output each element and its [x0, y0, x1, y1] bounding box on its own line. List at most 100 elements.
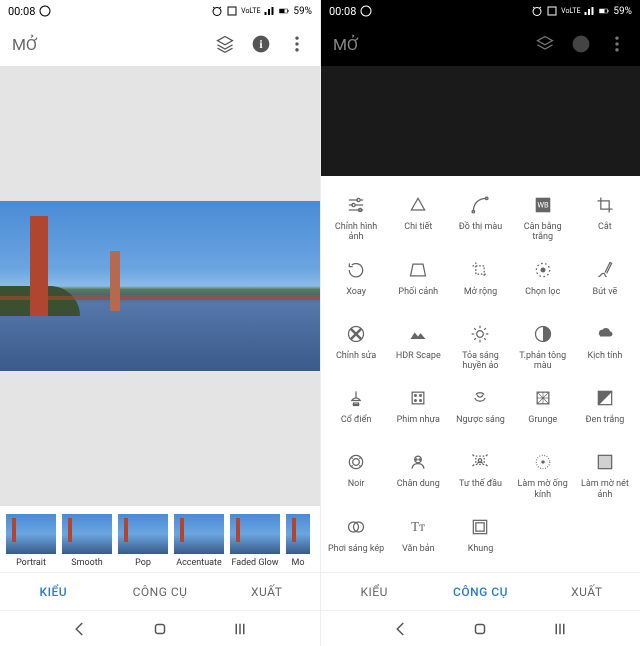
text-icon: Tᴛ: [407, 516, 429, 538]
tool-label: Cắt: [598, 222, 612, 242]
tool-vignette[interactable]: Làm mờ nét ảnh: [574, 445, 636, 510]
filter-thumb: [118, 514, 168, 554]
filter-strip[interactable]: Portrait Smooth Pop Accentuate Faded GlowMo: [0, 506, 320, 572]
frame-icon: [469, 516, 491, 538]
tool-frame[interactable]: Khung: [449, 510, 511, 572]
tool-portrait[interactable]: Chân dung: [387, 445, 449, 510]
tool-drama[interactable]: Kịch tính: [574, 317, 636, 382]
tool-lensblur[interactable]: Làm mờ ống kính: [512, 445, 574, 510]
rotate-icon: [345, 259, 367, 281]
tool-label: Cổ điển: [341, 415, 372, 435]
top-bar: MỞ: [321, 22, 640, 66]
hdr-icon: [407, 323, 429, 345]
tool-glow[interactable]: Tỏa sáng huyền ảo: [449, 317, 511, 382]
filter-label: Pop: [118, 558, 168, 568]
tool-grunge[interactable]: Grunge: [512, 381, 574, 445]
more-icon[interactable]: [286, 33, 308, 55]
battery-icon: [598, 5, 610, 17]
filter-portrait[interactable]: Portrait: [6, 514, 56, 568]
filter-thumb: [174, 514, 224, 554]
open-button[interactable]: MỞ: [12, 35, 214, 54]
home-button[interactable]: [470, 619, 490, 639]
tool-heal[interactable]: Chỉnh sửa: [325, 317, 387, 382]
recent-button[interactable]: [230, 619, 250, 639]
open-button[interactable]: MỞ: [333, 35, 534, 54]
sliders-icon: [345, 194, 367, 216]
signal-label: VoLTE: [561, 7, 580, 15]
filter-label: Accentuate: [174, 558, 224, 568]
filter-pop[interactable]: Pop: [118, 514, 168, 568]
tool-expand[interactable]: Mở rộng: [449, 253, 511, 317]
tool-bw[interactable]: Đen trắng: [574, 381, 636, 445]
curve-icon: [469, 194, 491, 216]
tab-congcu[interactable]: CÔNG CỤ: [427, 585, 533, 599]
tool-label: Phối cảnh: [398, 287, 438, 307]
filter-label: Portrait: [6, 558, 56, 568]
tool-label: Grunge: [528, 415, 557, 435]
layers-icon[interactable]: [534, 33, 556, 55]
lensblur-icon: [532, 451, 554, 473]
filter-accentuate[interactable]: Accentuate: [174, 514, 224, 568]
top-bar: MỞ i: [0, 22, 320, 66]
canvas-area[interactable]: [0, 66, 320, 506]
signal-icon: [583, 5, 595, 17]
tool-headpose[interactable]: Tư thế đầu: [449, 445, 511, 510]
tool-crop[interactable]: Cắt: [574, 188, 636, 253]
tool-film[interactable]: Phim nhựa: [387, 381, 449, 445]
tool-rotate[interactable]: Xoay: [325, 253, 387, 317]
battery-icon: [278, 5, 290, 17]
filter-smooth[interactable]: Smooth: [62, 514, 112, 568]
tool-retrolux[interactable]: Ngược sáng: [449, 381, 511, 445]
expand-icon: [469, 259, 491, 281]
drama-icon: [594, 323, 616, 345]
tab-xuat[interactable]: XUẤT: [213, 585, 320, 599]
status-time: 00:08: [8, 5, 35, 18]
tool-double[interactable]: Phơi sáng kép: [325, 510, 387, 572]
select-icon: [532, 259, 554, 281]
tool-label: T.phản tông màu: [514, 351, 572, 372]
tool-select[interactable]: Chọn lọc: [512, 253, 574, 317]
battery-pct: 59%: [293, 6, 312, 17]
tool-wb[interactable]: WBCân bằng trắng: [512, 188, 574, 253]
back-button[interactable]: [391, 619, 411, 639]
noir-icon: [345, 451, 367, 473]
tool-curve[interactable]: Đồ thị màu: [449, 188, 511, 253]
screen-right: 00:08 VoLTE 59% MỞ Chỉnh hình ảnhChi tiế…: [320, 0, 640, 646]
bottom-tabs: KIỂU CÔNG CỤ XUẤT: [321, 572, 640, 610]
tab-xuat[interactable]: XUẤT: [534, 585, 640, 599]
back-button[interactable]: [70, 619, 90, 639]
info-icon[interactable]: i: [250, 33, 272, 55]
tool-label: Chân dung: [397, 479, 440, 499]
portrait-icon: [407, 451, 429, 473]
tab-kieu[interactable]: KIỂU: [321, 585, 427, 599]
tool-hdr[interactable]: HDR Scape: [387, 317, 449, 382]
android-navbar: [321, 610, 640, 646]
tool-vintage[interactable]: Cổ điển: [325, 381, 387, 445]
info-icon[interactable]: [570, 33, 592, 55]
grunge-icon: [532, 387, 554, 409]
layers-icon[interactable]: [214, 33, 236, 55]
messenger-icon: [39, 5, 51, 17]
filter-mo[interactable]: Mo: [286, 514, 310, 568]
tool-noir[interactable]: Noir: [325, 445, 387, 510]
tab-kieu[interactable]: KIỂU: [0, 585, 107, 599]
tool-text[interactable]: Tᴛ Văn bản: [387, 510, 449, 572]
tool-tonal[interactable]: T.phản tông màu: [512, 317, 574, 382]
tool-brush[interactable]: Bút vẽ: [574, 253, 636, 317]
tool-chi-tiet[interactable]: Chi tiết: [387, 188, 449, 253]
status-bar: 00:08 VoLTE 59%: [321, 0, 640, 22]
tool-label: HDR Scape: [396, 351, 441, 371]
tool-sliders[interactable]: Chỉnh hình ảnh: [325, 188, 387, 253]
tool-label: Văn bản: [402, 544, 435, 564]
brush-icon: [594, 259, 616, 281]
tool-label: Mở rộng: [464, 287, 497, 307]
vintage-icon: [345, 387, 367, 409]
tool-perspective[interactable]: Phối cảnh: [387, 253, 449, 317]
recent-button[interactable]: [550, 619, 570, 639]
filter-faded glow[interactable]: Faded Glow: [230, 514, 280, 568]
tool-label: Bút vẽ: [592, 287, 617, 307]
tab-congcu[interactable]: CÔNG CỤ: [107, 585, 214, 599]
tool-label: Tỏa sáng huyền ảo: [451, 351, 509, 372]
more-icon[interactable]: [606, 33, 628, 55]
home-button[interactable]: [150, 619, 170, 639]
